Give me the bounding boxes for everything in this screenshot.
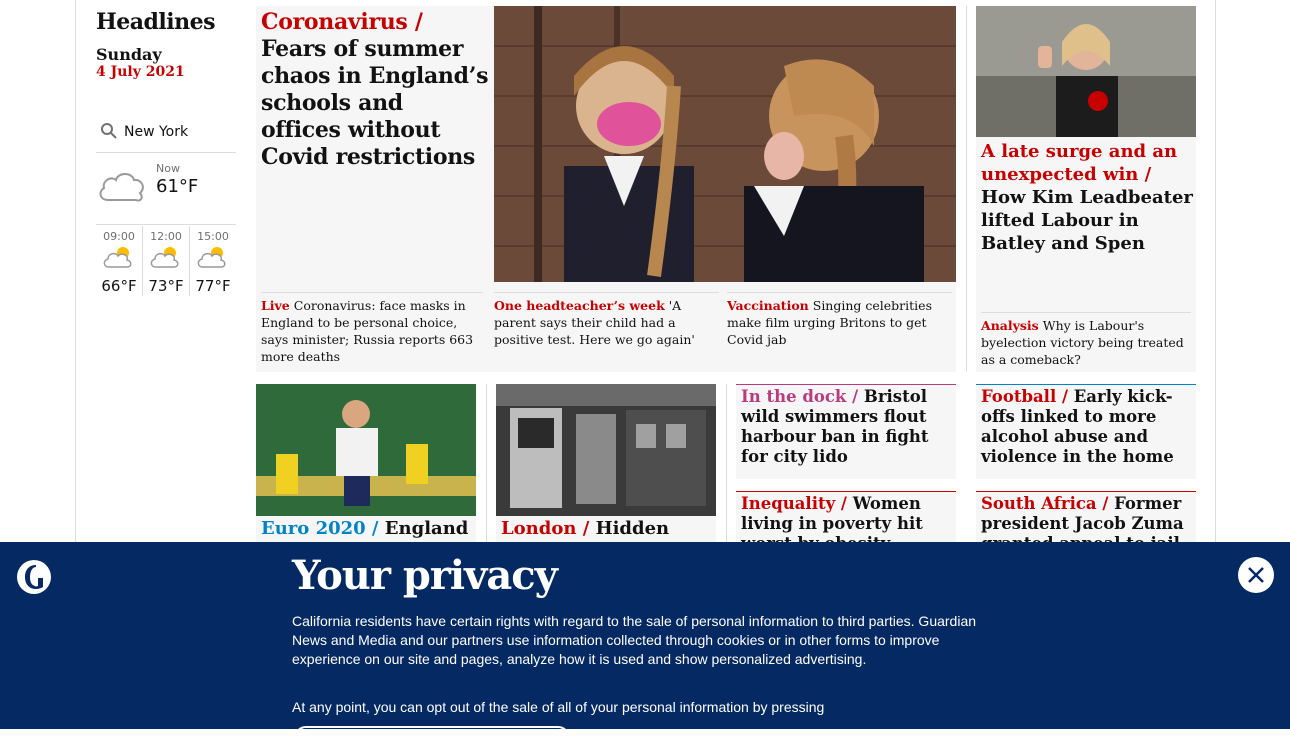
batley-story-card[interactable]: A late surge and an unexpected win / How… <box>976 6 1196 372</box>
sublink-kicker: Analysis <box>981 318 1039 333</box>
weather-now-label: Now <box>156 162 180 175</box>
weather-now: Now 61°F <box>96 160 236 225</box>
weather-now-temp: 61°F <box>156 176 199 197</box>
kim-leadbeater-photo <box>976 6 1196 137</box>
euro-story-image[interactable] <box>256 384 476 516</box>
football-story-kicker: Football / <box>981 387 1068 406</box>
forecast-temp: 66°F <box>101 277 137 295</box>
weather-location[interactable]: New York <box>124 124 188 140</box>
bristol-story-card[interactable]: In the dock / Bristol wild swimmers flou… <box>736 384 956 479</box>
partly-sunny-icon <box>197 247 226 268</box>
privacy-banner: Your privacy California residents have c… <box>0 542 1290 750</box>
euro-story-headline[interactable]: Euro 2020 / England <box>261 518 473 540</box>
search-icon <box>101 123 117 139</box>
forecast-item: 15:00 77°F <box>190 226 236 296</box>
weather-forecast: 09:00 66°F 12:00 73°F 15:00 77°F <box>96 226 236 296</box>
headlines-title: Headlines <box>96 9 216 35</box>
football-story-headline[interactable]: Football / Early kick-offs linked to mor… <box>976 385 1196 473</box>
schoolgirls-photo <box>494 6 956 282</box>
forecast-temp: 77°F <box>195 277 231 295</box>
sublink-vaccination[interactable]: Vaccination Singing celebrities make fil… <box>727 292 952 348</box>
sublink-text: Coronavirus: face masks in England to be… <box>261 298 474 364</box>
london-story-kicker: London / <box>501 518 590 539</box>
forecast-time: 15:00 <box>197 230 229 243</box>
partly-sunny-icon <box>103 247 132 268</box>
forecast-item: 09:00 66°F <box>96 226 143 296</box>
sublink-kicker: One headteacher’s week <box>494 298 665 313</box>
euro-story-title: England <box>384 518 469 539</box>
batley-analysis-link[interactable]: Analysis Why is Labour's byelection vict… <box>981 312 1191 368</box>
privacy-body-optout: At any point, you can opt out of the sal… <box>292 699 825 715</box>
close-icon <box>1248 567 1264 583</box>
forecast-item: 12:00 73°F <box>143 226 190 296</box>
privacy-body: California residents have certain rights… <box>292 613 977 667</box>
lead-story-sublinks: Live Coronavirus: face masks in England … <box>256 282 956 372</box>
forecast-time: 09:00 <box>103 230 135 243</box>
forecast-time: 12:00 <box>150 230 182 243</box>
sublink-headteacher[interactable]: One headteacher’s week 'A parent says th… <box>494 292 719 348</box>
batley-story-title: How Kim Leadbeater lifted Labour in Batl… <box>981 187 1193 254</box>
lead-story-title: Fears of summer chaos in England’s schoo… <box>261 36 489 170</box>
column-divider <box>486 384 487 544</box>
zuma-story-kicker: South Africa / <box>981 494 1109 513</box>
column-divider <box>966 6 967 372</box>
guardian-logo-icon <box>17 560 51 594</box>
bristol-story-kicker: In the dock / <box>741 387 859 406</box>
london-story-image[interactable] <box>496 384 716 516</box>
batley-story-headline[interactable]: A late surge and an unexpected win / How… <box>981 140 1193 255</box>
lead-story-headline[interactable]: Coronavirus / Fears of summer chaos in E… <box>261 9 489 171</box>
privacy-title: Your privacy <box>292 552 558 599</box>
batley-story-image[interactable] <box>976 6 1196 137</box>
sublink-live[interactable]: Live Coronavirus: face masks in England … <box>261 292 483 365</box>
hidden-tram-photo <box>496 384 716 516</box>
batley-story-kicker: A late surge and an unexpected win / <box>981 141 1178 185</box>
forecast-temp: 73°F <box>148 277 184 295</box>
headlines-day: Sunday <box>96 45 162 64</box>
headlines-date: 4 July 2021 <box>96 64 185 80</box>
partly-sunny-icon <box>150 247 179 268</box>
close-button[interactable] <box>1238 557 1274 593</box>
weather-location-search[interactable]: New York <box>96 118 236 153</box>
football-story-card[interactable]: Football / Early kick-offs linked to mor… <box>976 384 1196 479</box>
headlines-sidebar: Headlines Sunday 4 July 2021 New York No… <box>96 0 236 296</box>
euro-story-kicker: Euro 2020 / <box>261 518 379 539</box>
bristol-story-headline[interactable]: In the dock / Bristol wild swimmers flou… <box>736 385 956 473</box>
harry-kane-photo <box>256 384 476 516</box>
cloud-icon <box>99 173 144 202</box>
column-divider <box>726 384 727 544</box>
inequality-story-kicker: Inequality / <box>741 494 847 513</box>
sublink-kicker: Vaccination <box>727 298 809 313</box>
lead-story-kicker: Coronavirus / <box>261 9 423 35</box>
lead-story-image[interactable] <box>494 6 956 282</box>
privacy-action-button[interactable] <box>294 726 570 750</box>
sublink-kicker: Live <box>261 298 290 313</box>
